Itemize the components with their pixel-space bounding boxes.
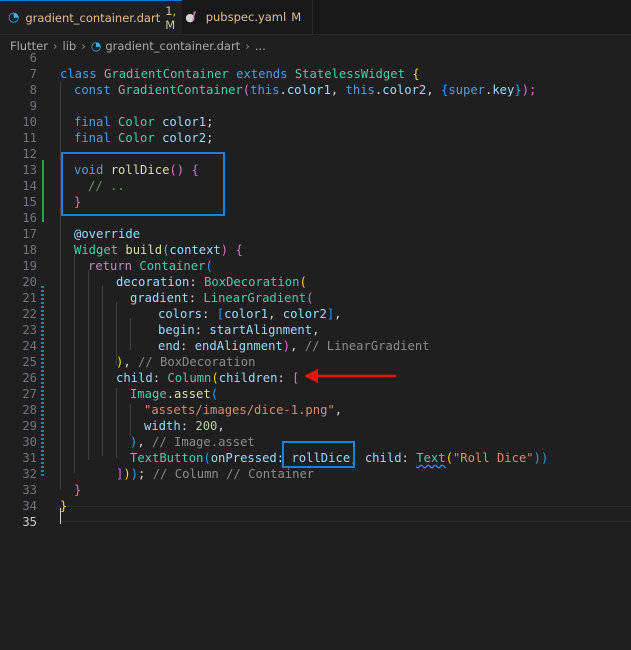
code-line-10: final Color color1; xyxy=(74,115,214,129)
dart-icon: ◔ xyxy=(8,10,20,25)
code-line-21: gradient: LinearGradient( xyxy=(130,291,314,305)
arrow-left-icon xyxy=(304,369,396,383)
tab-label: pubspec.yaml xyxy=(205,10,287,24)
highlight-box-rolldice-function xyxy=(61,152,225,216)
code-line-24: end: endAlignment), // LinearGradient xyxy=(158,339,430,353)
code-line-28: "assets/images/dice-1.png", xyxy=(144,403,343,417)
tab-status: M xyxy=(291,10,302,24)
code-line-26: child: Column(children: [ xyxy=(116,371,300,385)
code-editor[interactable]: 6 7 8 9 10 11 12 13 14 15 16 17 18 19 20… xyxy=(0,51,631,650)
code-line-18: Widget build(context) { xyxy=(74,243,243,257)
line-number: 9 xyxy=(29,99,37,113)
code-line-20: decoration: BoxDecoration( xyxy=(116,275,307,289)
code-line-29: width: 200, xyxy=(144,419,225,433)
tab-label: gradient_container.dart xyxy=(25,10,161,25)
code-line-34: } xyxy=(60,499,68,513)
tab-status: 1, M xyxy=(165,3,177,32)
code-line-19: return Container( xyxy=(88,259,213,273)
code-line-27: Image.asset( xyxy=(130,387,219,401)
code-line-25: ), // BoxDecoration xyxy=(116,355,256,369)
tab-pubspec[interactable]: ! pubspec.yaml M xyxy=(183,0,313,34)
code-line-23: begin: startAlignment, xyxy=(158,323,320,337)
code-line-22: colors: [color1, color2], xyxy=(158,307,342,321)
yaml-icon: ! xyxy=(191,9,197,25)
code-line-33: } xyxy=(74,483,82,497)
tab-bar: ◔ gradient_container.dart 1, M ● ! pubsp… xyxy=(0,0,631,35)
code-line-8: const GradientContainer(this.color1, thi… xyxy=(74,83,537,97)
code-line-7: class GradientContainer extends Stateles… xyxy=(60,67,420,81)
code-line-32: ])); // Column // Container xyxy=(116,467,315,481)
line-number: 6 xyxy=(29,51,37,65)
line-number: 16 xyxy=(22,211,37,225)
line-number: 12 xyxy=(22,147,37,161)
code-line-30: ), // Image.asset xyxy=(130,435,255,449)
code-line-11: final Color color2; xyxy=(74,131,214,145)
code-line-17: @override xyxy=(74,227,141,241)
tab-gradient-container[interactable]: ◔ gradient_container.dart 1, M ● xyxy=(0,0,195,34)
highlight-box-onpressed-value xyxy=(282,441,355,468)
line-number-current: 35 xyxy=(22,515,37,529)
